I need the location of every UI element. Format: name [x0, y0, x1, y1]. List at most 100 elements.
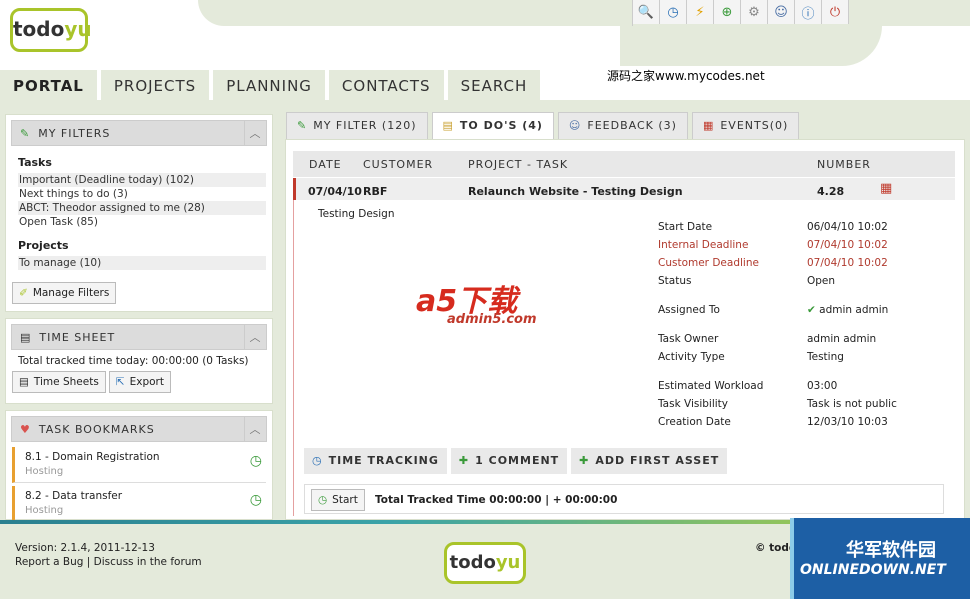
row-project-task: Relaunch Website - Testing Design	[468, 185, 683, 198]
comment-add-icon: ✚	[458, 454, 470, 467]
export-icon: ⇱	[115, 376, 125, 388]
bookmarks-panel-header[interactable]: ♥ TASK BOOKMARKS ︿	[11, 416, 267, 442]
start-button[interactable]: ◷ Start	[311, 489, 365, 511]
footer-logo[interactable]: todoyu	[444, 542, 526, 584]
filter-item[interactable]: To manage (10)	[18, 256, 266, 270]
clock-add-icon[interactable]: ◷	[250, 453, 262, 469]
clock-add-icon: ◷	[318, 494, 328, 506]
manage-filters-label: Manage Filters	[32, 287, 110, 299]
table-row[interactable]: 07/04/10 RBF Relaunch Website - Testing …	[293, 178, 955, 200]
clock-icon: ◷	[312, 454, 323, 467]
ad-en-text: ONLINEDOWN.NET	[800, 562, 946, 578]
creation-label: Creation Date	[658, 416, 731, 428]
nav-tab-planning[interactable]: PLANNING	[213, 70, 325, 100]
assigned-value-wrap: ✔ admin admin	[807, 304, 888, 316]
col-project-task[interactable]: PROJECT - TASK	[468, 158, 568, 171]
footer-links: Report a Bug | Discuss in the forum	[15, 556, 202, 568]
tracking-bar: ◷ Start Total Tracked Time 00:00:00 | + …	[304, 484, 944, 514]
assigned-value: admin admin	[819, 304, 889, 316]
nav-tab-contacts[interactable]: CONTACTS	[328, 70, 444, 100]
main-nav: PORTAL PROJECTS PLANNING CONTACTS SEARCH	[0, 70, 541, 100]
top-toolbar: 🔍 ◷ ⚡ ⊕ ⚙ ☺ ⓘ ⏻	[632, 0, 849, 26]
manage-filters-button[interactable]: ✐ Manage Filters	[12, 282, 117, 304]
search-icon[interactable]: 🔍	[633, 0, 660, 24]
tracking-total: Total Tracked Time 00:00:00 | + 00:00:00	[375, 494, 618, 506]
note-icon: ▤	[442, 119, 454, 132]
tab-feedback-label: FEEDBACK (3)	[587, 119, 677, 132]
footer-logo-accent: yu	[495, 552, 521, 573]
clock-icon[interactable]: ◷	[660, 0, 687, 24]
tab-add-asset[interactable]: ✚ ADD FIRST ASSET	[571, 448, 728, 474]
logo-text: todo	[13, 17, 65, 41]
check-icon: ✔	[807, 304, 816, 316]
bookmark-sub: Hosting	[25, 505, 64, 516]
assigned-label: Assigned To	[658, 304, 720, 316]
logo[interactable]: todoyu	[10, 8, 92, 52]
bookmark-sub: Hosting	[25, 466, 64, 477]
bookmarks-title: TASK BOOKMARKS	[38, 422, 155, 436]
timesheet-title: TIME SHEET	[39, 330, 116, 344]
collapse-icon[interactable]: ︿	[244, 121, 266, 145]
tab-comment-label: 1 COMMENT	[475, 454, 560, 467]
tab-comment[interactable]: ✚ 1 COMMENT	[450, 448, 568, 474]
tasks-title: Tasks	[18, 156, 52, 169]
calendar-icon: ▦	[702, 119, 715, 132]
user-icon[interactable]: ☺	[768, 0, 795, 24]
tab-time-tracking[interactable]: ◷ TIME TRACKING	[304, 448, 447, 474]
filters-panel-header[interactable]: ✎ MY FILTERS ︿	[11, 120, 267, 146]
discuss-link[interactable]: Discuss in the forum	[94, 556, 202, 568]
filters-title: MY FILTERS	[38, 126, 111, 140]
nav-tab-projects[interactable]: PROJECTS	[100, 70, 210, 100]
start-date-value: 06/04/10 10:02	[807, 221, 888, 233]
report-bug-link[interactable]: Report a Bug	[15, 556, 83, 568]
footer-logo-text: todo	[449, 552, 496, 573]
collapse-icon[interactable]: ︿	[244, 325, 266, 349]
nav-tab-search[interactable]: SEARCH	[447, 70, 541, 100]
asset-add-icon: ✚	[579, 454, 590, 467]
timesheet-panel-header[interactable]: ▤ TIME SHEET ︿	[11, 324, 267, 350]
row-number: 4.28	[817, 185, 845, 198]
bookmark-item[interactable]: 8.1 - Domain Registration Hosting ◷	[12, 447, 266, 483]
bookmark-item[interactable]: 8.2 - Data transfer Hosting ◷	[12, 486, 266, 522]
filter-item[interactable]: Next things to do (3)	[18, 187, 266, 201]
time-sheets-button[interactable]: ▤ Time Sheets	[12, 371, 106, 393]
tab-events-label: EVENTS(0)	[720, 119, 789, 132]
projects-title: Projects	[18, 239, 69, 252]
tab-feedback[interactable]: ☺ FEEDBACK (3)	[557, 112, 688, 139]
visibility-value: Task is not public	[807, 398, 897, 410]
ad-watermark: 华军软件园 ONLINEDOWN.NET	[790, 518, 970, 599]
tab-events[interactable]: ▦ EVENTS(0)	[691, 112, 800, 139]
owner-label: Task Owner	[658, 333, 719, 345]
customer-deadline-value: 07/04/10 10:02	[807, 257, 888, 269]
add-icon[interactable]: ⊕	[714, 0, 741, 24]
task-title: Testing Design	[318, 208, 395, 220]
gear-icon[interactable]: ⚙	[741, 0, 768, 24]
tab-my-filter[interactable]: ✎ MY FILTER (120)	[286, 112, 428, 139]
activity-value: Testing	[807, 351, 844, 363]
export-button[interactable]: ⇱ Export	[108, 371, 171, 393]
filter-item[interactable]: ABCT: Theodor assigned to me (28)	[18, 201, 266, 215]
owner-value: admin admin	[807, 333, 877, 345]
nav-tab-portal[interactable]: PORTAL	[0, 70, 97, 100]
col-date[interactable]: DATE	[309, 158, 342, 171]
info-icon[interactable]: ⓘ	[795, 0, 822, 24]
filter-item[interactable]: Important (Deadline today) (102)	[18, 173, 266, 187]
timesheet-panel: ▤ TIME SHEET ︿ Total tracked time today:…	[5, 318, 273, 404]
col-customer[interactable]: CUSTOMER	[363, 158, 433, 171]
sheet-icon: ▤	[20, 330, 32, 344]
collapse-icon[interactable]: ︿	[244, 417, 266, 441]
start-date-label: Start Date	[658, 221, 713, 233]
col-number[interactable]: NUMBER	[817, 158, 871, 171]
header-curve-lower	[620, 26, 882, 66]
sheet-icon: ▤	[19, 376, 29, 388]
filter-icon: ✎	[20, 126, 31, 140]
lightning-icon[interactable]: ⚡	[687, 0, 714, 24]
filter-item[interactable]: Open Task (85)	[18, 215, 266, 229]
clock-add-icon[interactable]: ◷	[250, 492, 262, 508]
row-customer: RBF	[363, 185, 388, 198]
power-icon[interactable]: ⏻	[822, 0, 849, 24]
bookmarks-panel: ♥ TASK BOOKMARKS ︿ 8.1 - Domain Registra…	[5, 410, 273, 522]
tab-todos[interactable]: ▤ TO DO'S (4)	[431, 112, 554, 139]
calendar-icon[interactable]: ▦	[880, 181, 892, 196]
bookmark-title: 8.1 - Domain Registration	[25, 451, 160, 463]
